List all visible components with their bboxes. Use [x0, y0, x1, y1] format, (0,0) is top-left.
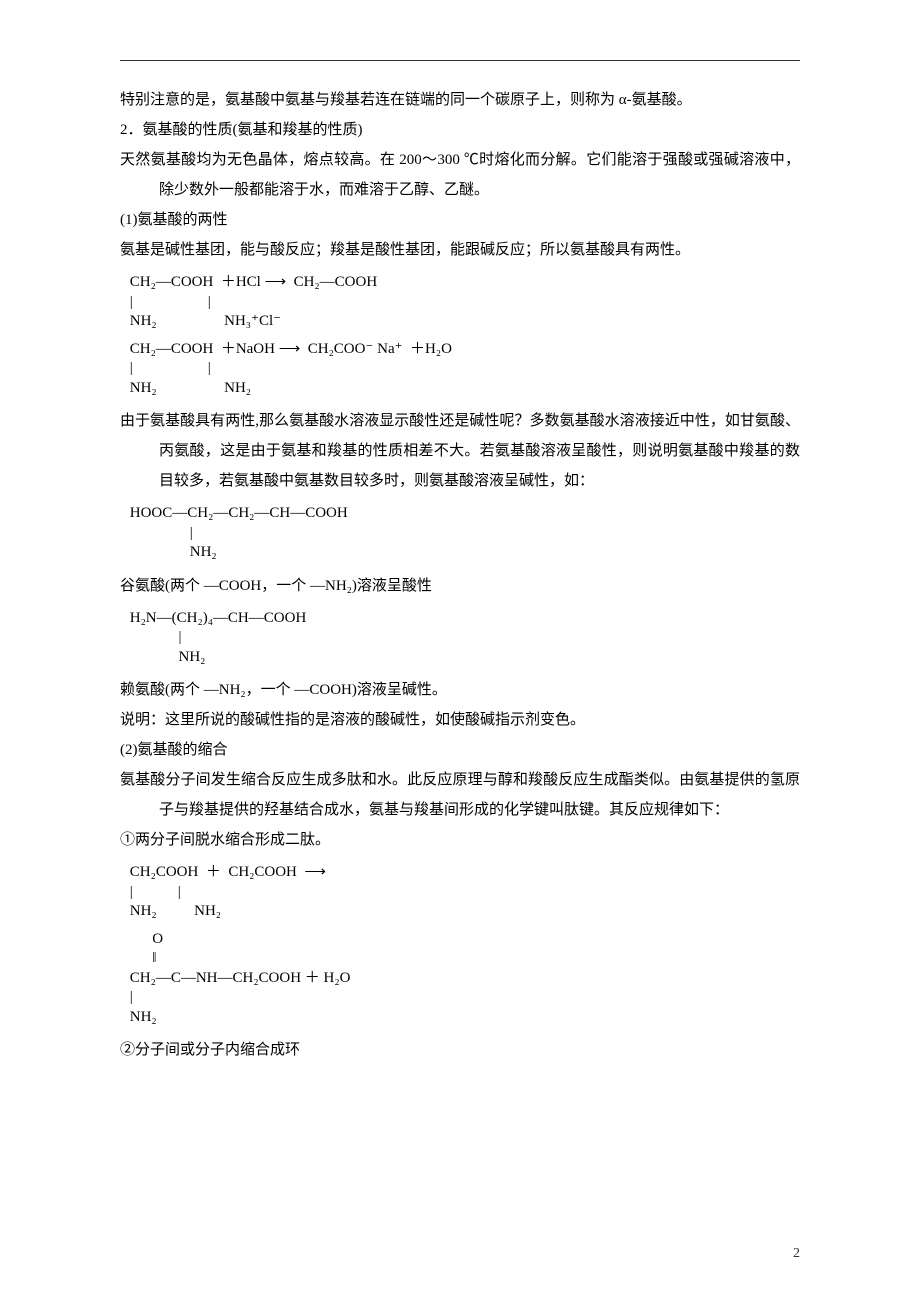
para-dipeptide-head: ①两分子间脱水缩合形成二肽。	[120, 825, 800, 855]
formula-hcl-l2: | |	[126, 294, 211, 310]
formula-dipeptide-product: O ‖ CH₂—C—NH—CH₂COOH ＋ H₂O | NH₂	[126, 930, 800, 1028]
formula-glutamic-l2: |	[126, 525, 193, 541]
formula-naoh: CH₂—COOH ＋NaOH ⟶ CH₂COO⁻ Na⁺ ＋H₂O | | NH…	[126, 340, 800, 399]
page-container: 特别注意的是，氨基酸中氨基与羧基若连在链端的同一个碳原子上，则称为 α-氨基酸。…	[0, 0, 920, 1302]
formula-glutamic: HOOC—CH₂—CH₂—CH—COOH | NH₂	[126, 504, 800, 563]
page-number: 2	[793, 1246, 800, 1262]
formula-prod-l2: ‖	[126, 950, 156, 966]
para-note-alpha: 特别注意的是，氨基酸中氨基与羧基若连在链端的同一个碳原子上，则称为 α-氨基酸。	[120, 85, 800, 115]
formula-dip-l3: NH₂ NH₂	[126, 903, 221, 919]
formula-naoh-l1: CH₂—COOH ＋NaOH ⟶ CH₂COO⁻ Na⁺ ＋H₂O	[126, 341, 452, 357]
formula-lysine-l2: |	[126, 629, 182, 645]
heading-2: 2．氨基酸的性质(氨基和羧基的性质)	[120, 115, 800, 145]
para-explanation: 说明：这里所说的酸碱性指的是溶液的酸碱性，如使酸碱指示剂变色。	[120, 705, 800, 735]
para-cyclic-head: ②分子间或分子内缩合成环	[120, 1035, 800, 1065]
formula-hcl: CH₂—COOH ＋HCl ⟶ CH₂—COOH | | NH₂ NH₃⁺Cl⁻	[126, 273, 800, 332]
formula-naoh-l3: NH₂ NH₂	[126, 380, 251, 396]
heading-2-1: (1)氨基酸的两性	[120, 205, 800, 235]
formula-prod-l1: O	[126, 931, 163, 947]
para-lysine-note: 赖氨酸(两个 —NH₂，一个 —COOH)溶液呈碱性。	[120, 675, 800, 705]
formula-dip-l1: CH₂COOH ＋ CH₂COOH ⟶	[126, 864, 326, 880]
formula-glutamic-l1: HOOC—CH₂—CH₂—CH—COOH	[126, 505, 348, 521]
formula-lysine-l1: H₂N—(CH₂)₄—CH—COOH	[126, 610, 306, 626]
formula-hcl-l1: CH₂—COOH ＋HCl ⟶ CH₂—COOH	[126, 274, 377, 290]
formula-lysine: H₂N—(CH₂)₄—CH—COOH | NH₂	[126, 609, 800, 668]
formula-naoh-l2: | |	[126, 360, 211, 376]
top-rule	[120, 60, 800, 61]
formula-prod-l4: |	[126, 989, 133, 1005]
formula-lysine-l3: NH₂	[126, 649, 205, 665]
formula-prod-l5: NH₂	[126, 1009, 157, 1025]
para-glutamic-note: 谷氨酸(两个 —COOH，一个 —NH₂)溶液呈酸性	[120, 571, 800, 601]
formula-dipeptide-reactants: CH₂COOH ＋ CH₂COOH ⟶ | | NH₂ NH₂	[126, 863, 800, 922]
formula-prod-l3: CH₂—C—NH—CH₂COOH ＋ H₂O	[126, 970, 350, 986]
para-ph-discussion: 由于氨基酸具有两性,那么氨基酸水溶液显示酸性还是碱性呢？多数氨基酸水溶液接近中性…	[120, 406, 800, 496]
formula-dip-l2: | |	[126, 884, 181, 900]
heading-2-2: (2)氨基酸的缩合	[120, 735, 800, 765]
para-condensation: 氨基酸分子间发生缩合反应生成多肽和水。此反应原理与醇和羧酸反应生成酯类似。由氨基…	[120, 765, 800, 825]
formula-glutamic-l3: NH₂	[126, 544, 217, 560]
para-amphoteric: 氨基是碱性基团，能与酸反应；羧基是酸性基团，能跟碱反应；所以氨基酸具有两性。	[120, 235, 800, 265]
para-solubility: 天然氨基酸均为无色晶体，熔点较高。在 200～300 ℃时熔化而分解。它们能溶于…	[120, 145, 800, 205]
formula-hcl-l3: NH₂ NH₃⁺Cl⁻	[126, 313, 281, 329]
